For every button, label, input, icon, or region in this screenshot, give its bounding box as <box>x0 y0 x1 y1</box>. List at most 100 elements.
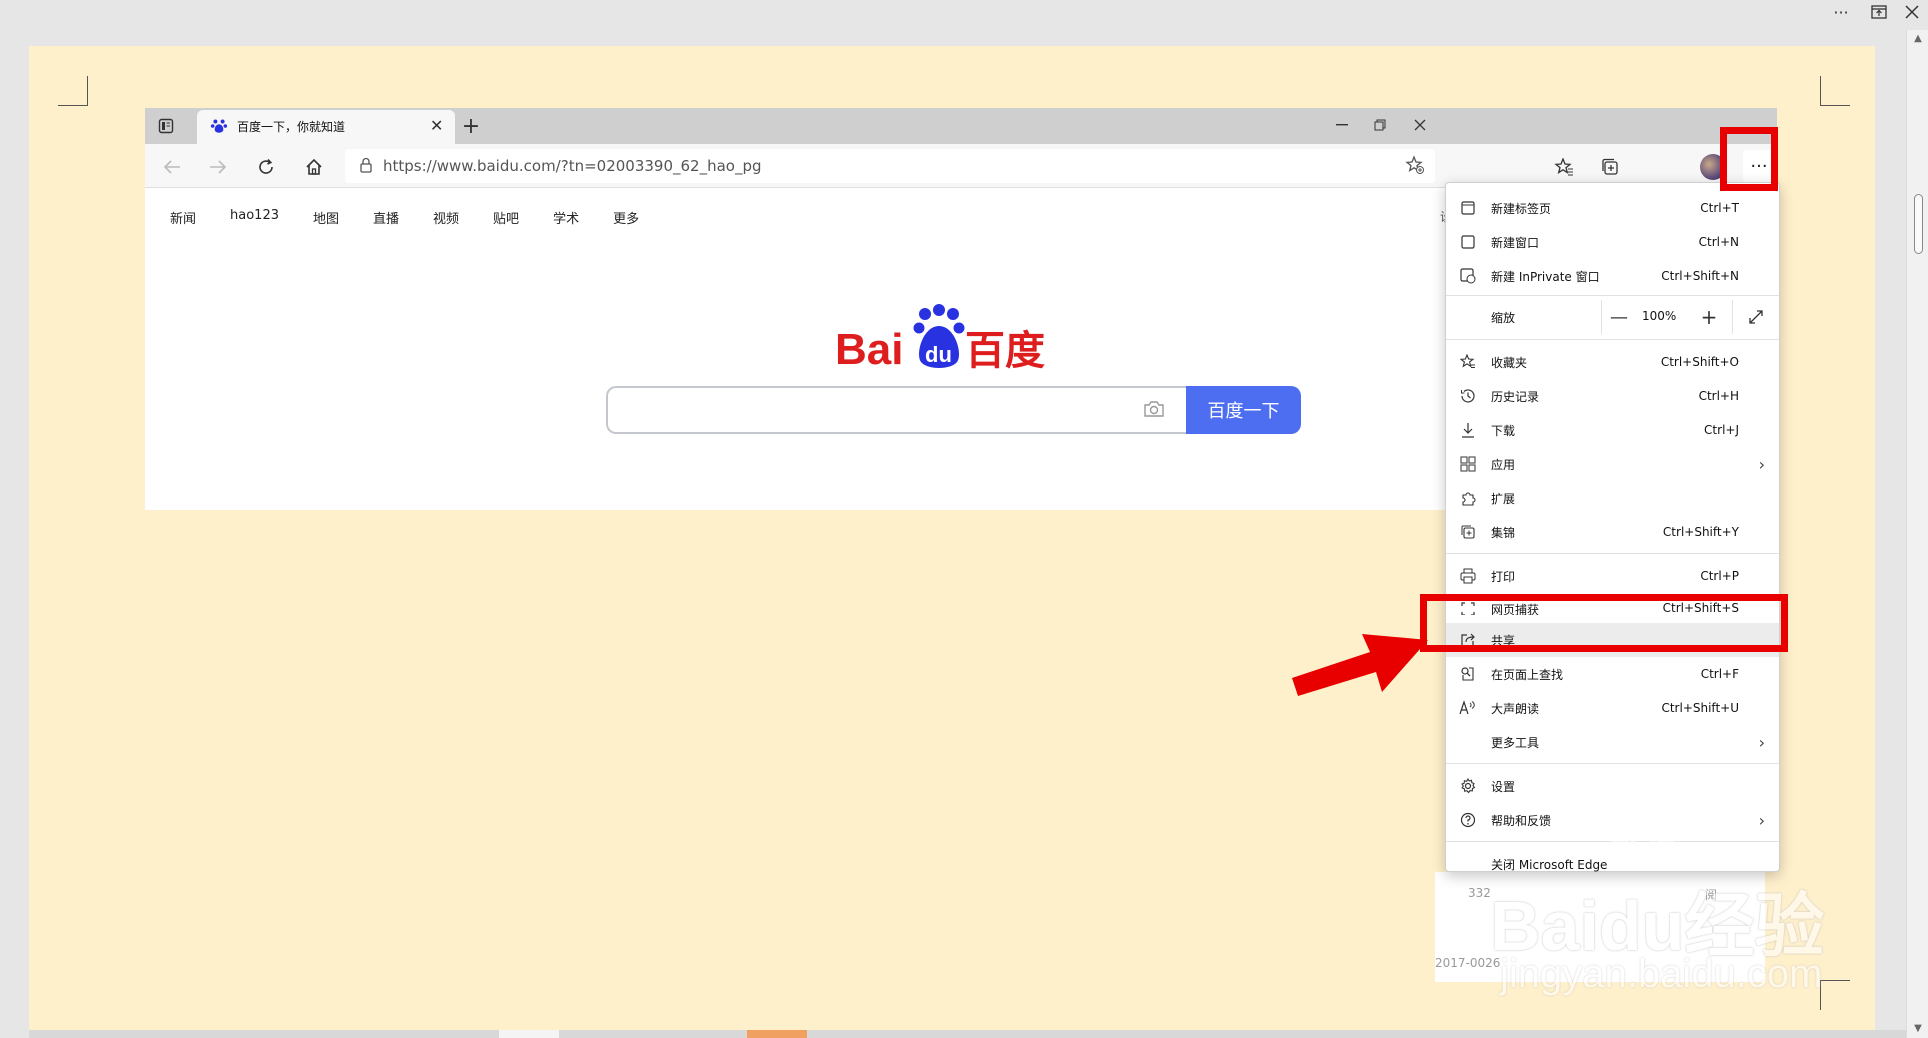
menu-shortcut: Ctrl+F <box>1700 667 1739 681</box>
close-window-icon[interactable] <box>1405 114 1435 136</box>
menu-shortcut: Ctrl+Shift+U <box>1661 701 1739 715</box>
restore-icon[interactable] <box>1365 114 1395 136</box>
watermark-url: jingyan.baidu.com <box>1500 952 1823 996</box>
lock-icon[interactable] <box>359 157 373 173</box>
extensions-icon <box>1458 488 1478 508</box>
add-favorite-icon[interactable] <box>1405 155 1425 175</box>
nav-link-xueshu[interactable]: 学术 <box>553 208 579 227</box>
favorites-icon[interactable] <box>1551 154 1577 180</box>
menu-new-tab[interactable]: 新建标签页 Ctrl+T <box>1446 191 1779 225</box>
highlight-box-share <box>1420 594 1788 652</box>
menu-shortcut: Ctrl+N <box>1698 235 1739 249</box>
nav-link-video[interactable]: 视频 <box>433 208 459 227</box>
collections-icon <box>1458 522 1478 542</box>
address-url[interactable]: https://www.baidu.com/?tn=02003390_62_ha… <box>383 157 762 175</box>
menu-shortcut: Ctrl+Shift+N <box>1661 269 1739 283</box>
menu-shortcut: Ctrl+Shift+O <box>1660 355 1739 369</box>
scroll-segment <box>499 1030 559 1038</box>
menu-label: 历史记录 <box>1491 389 1540 404</box>
vertical-scrollbar[interactable]: ▲ ▼ <box>1906 30 1928 1038</box>
scroll-segment-active[interactable] <box>747 1030 807 1038</box>
forward-icon[interactable] <box>205 154 231 180</box>
menu-label: 打印 <box>1491 569 1516 584</box>
menu-shortcut: Ctrl+P <box>1700 569 1739 583</box>
tab-title: 百度一下，你就知道 <box>237 120 346 134</box>
minimize-icon[interactable] <box>1327 114 1357 136</box>
search-button[interactable]: 百度一下 <box>1186 386 1301 434</box>
zoom-value: 100% <box>1642 309 1677 323</box>
viewer-close-icon[interactable] <box>1898 0 1926 24</box>
menu-downloads[interactable]: 下载 Ctrl+J <box>1446 413 1779 447</box>
menu-label: 新建窗口 <box>1491 235 1540 250</box>
menu-extensions[interactable]: 扩展 <box>1446 481 1779 515</box>
zoom-in-button[interactable]: + <box>1694 302 1724 332</box>
tab-bar: 百度一下，你就知道 ✕ + <box>145 108 1777 144</box>
nav-link-live[interactable]: 直播 <box>373 208 399 227</box>
menu-read-aloud[interactable]: 大声朗读 Ctrl+Shift+U <box>1446 691 1779 725</box>
menu-label: 新建 InPrivate 窗口 <box>1491 269 1600 284</box>
find-icon <box>1458 664 1478 684</box>
refresh-icon[interactable] <box>253 154 279 180</box>
fullscreen-icon[interactable] <box>1742 304 1770 330</box>
tab-actions-icon[interactable] <box>155 115 177 137</box>
read-aloud-icon <box>1458 698 1478 718</box>
menu-apps[interactable]: 应用 › <box>1446 447 1779 481</box>
menu-label: 收藏夹 <box>1491 355 1528 370</box>
scroll-down-icon[interactable]: ▼ <box>1907 1020 1928 1038</box>
logo-text-du: du <box>925 342 952 367</box>
menu-divider <box>1446 763 1779 764</box>
highlight-box-more-button <box>1720 127 1778 191</box>
download-icon <box>1458 420 1478 440</box>
baidu-jingyan-watermark: Baidu经验 jingyan.baidu.com <box>1480 830 1840 1010</box>
new-tab-button[interactable]: + <box>457 112 485 140</box>
logo-text-bai: Bai <box>835 325 903 374</box>
collections-icon[interactable] <box>1597 154 1623 180</box>
menu-label: 帮助和反馈 <box>1491 813 1552 828</box>
menu-find[interactable]: 在页面上查找 Ctrl+F <box>1446 657 1779 691</box>
scroll-thumb[interactable] <box>1914 194 1923 254</box>
nav-link-hao123[interactable]: hao123 <box>230 208 279 227</box>
address-bar[interactable]: https://www.baidu.com/?tn=02003390_62_ha… <box>345 149 1435 183</box>
tab-baidu[interactable]: 百度一下，你就知道 ✕ <box>197 110 455 144</box>
menu-shortcut: Ctrl+H <box>1698 389 1739 403</box>
menu-zoom-row: 缩放 — 100% + <box>1446 296 1779 338</box>
horizontal-scrollbar[interactable] <box>29 1030 1906 1038</box>
menu-new-window[interactable]: 新建窗口 Ctrl+N <box>1446 225 1779 259</box>
viewer-more-button[interactable]: ··· <box>1824 0 1858 24</box>
menu-more-tools[interactable]: 更多工具 › <box>1446 725 1779 759</box>
menu-label: 新建标签页 <box>1491 201 1552 216</box>
menu-history[interactable]: 历史记录 Ctrl+H <box>1446 379 1779 413</box>
viewer-restore-icon[interactable] <box>1864 0 1894 24</box>
back-icon[interactable] <box>159 154 185 180</box>
nav-link-map[interactable]: 地图 <box>313 208 339 227</box>
new-window-icon <box>1458 232 1478 252</box>
menu-settings[interactable]: 设置 <box>1446 769 1779 803</box>
menu-label: 下载 <box>1491 423 1516 438</box>
chevron-right-icon: › <box>1758 810 1765 830</box>
apps-icon <box>1458 454 1478 474</box>
menu-favorites[interactable]: 收藏夹 Ctrl+Shift+O <box>1446 345 1779 379</box>
menu-divider <box>1446 339 1779 340</box>
nav-link-news[interactable]: 新闻 <box>170 208 196 227</box>
menu-label: 大声朗读 <box>1491 701 1540 716</box>
menu-print[interactable]: 打印 Ctrl+P <box>1446 559 1779 593</box>
tab-close-icon[interactable]: ✕ <box>430 116 443 135</box>
home-icon[interactable] <box>301 154 327 180</box>
nav-link-tieba[interactable]: 贴吧 <box>493 208 519 227</box>
search-input[interactable] <box>606 386 1186 434</box>
viewer-top-bar <box>0 0 1928 46</box>
menu-label: 在页面上查找 <box>1491 667 1564 682</box>
menu-label: 集锦 <box>1491 525 1516 540</box>
menu-label: 设置 <box>1491 779 1516 794</box>
zoom-label: 缩放 <box>1491 311 1516 325</box>
nav-link-more[interactable]: 更多 <box>613 208 639 227</box>
zoom-out-button[interactable]: — <box>1604 302 1634 332</box>
menu-new-inprivate[interactable]: 新建 InPrivate 窗口 Ctrl+Shift+N <box>1446 259 1779 293</box>
chevron-right-icon: › <box>1758 732 1765 752</box>
logo-text-chinese: 百度 <box>965 328 1045 374</box>
menu-collections[interactable]: 集锦 Ctrl+Shift+Y <box>1446 515 1779 549</box>
camera-icon[interactable] <box>1143 399 1165 419</box>
help-icon <box>1458 810 1478 830</box>
baidu-nav: 新闻 hao123 地图 直播 视频 贴吧 学术 更多 <box>170 208 673 227</box>
scroll-up-icon[interactable]: ▲ <box>1907 30 1928 48</box>
